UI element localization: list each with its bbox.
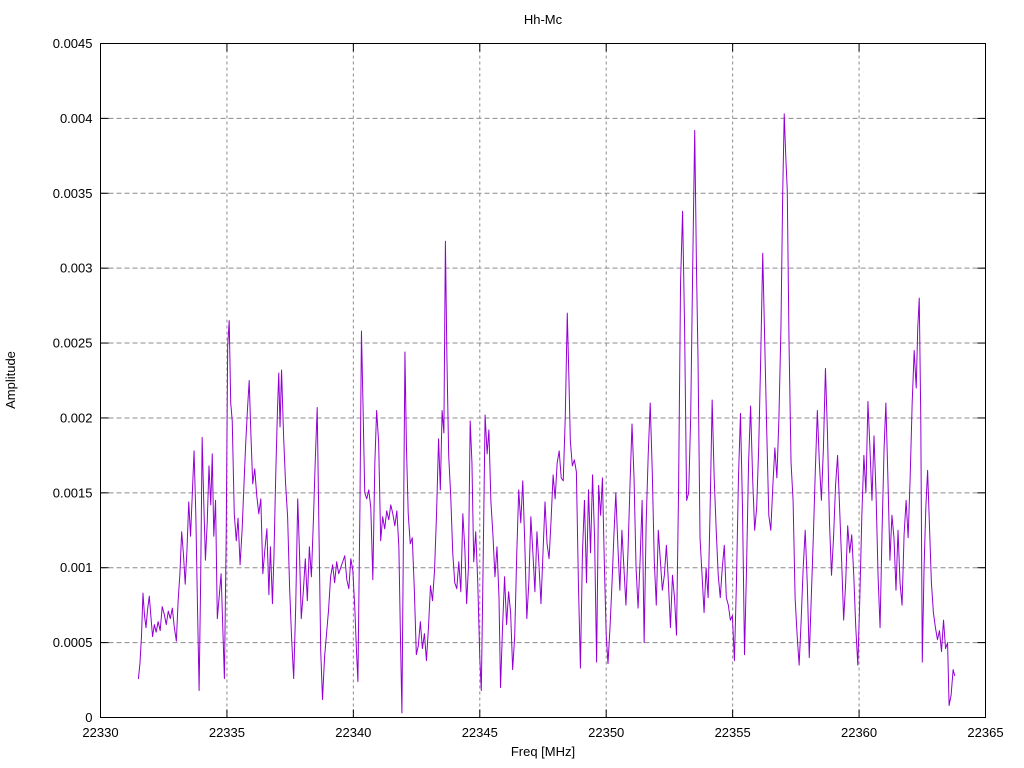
- x-tick-label: 22330: [82, 725, 118, 740]
- y-axis-label: Amplitude: [3, 351, 18, 409]
- x-tick-label: 22345: [462, 725, 498, 740]
- y-tick-label: 0: [85, 710, 92, 725]
- x-tick-label: 22335: [209, 725, 245, 740]
- x-axis-label: Freq [MHz]: [511, 744, 575, 759]
- spectrum-chart: 22330 22335 22340 22345 22350 22355 22360 22365…: [0, 0, 1024, 768]
- y-tick-label: 0.0045: [53, 36, 93, 51]
- y-tick-label: 0.002: [60, 410, 93, 425]
- x-tick-label: 22350: [588, 725, 624, 740]
- y-tick-label: 0.0005: [53, 635, 93, 650]
- y-tick-label: 0.0035: [53, 186, 93, 201]
- x-tick-label: 22365: [967, 725, 1003, 740]
- y-tick-label: 0.003: [60, 261, 93, 276]
- x-tick-label: 22340: [335, 725, 371, 740]
- y-tick-label: 0.004: [60, 111, 93, 126]
- gnuplot-chart-window: 22330 22335 22340 22345 22350 22355 22360 22365…: [0, 0, 1024, 768]
- y-tick-label: 0.001: [60, 560, 93, 575]
- chart-title: Hh-Mc: [524, 12, 563, 27]
- y-tick-label: 0.0025: [53, 336, 93, 351]
- x-tick-label: 22355: [715, 725, 751, 740]
- y-tick-label: 0.0015: [53, 485, 93, 500]
- x-tick-label: 22360: [841, 725, 877, 740]
